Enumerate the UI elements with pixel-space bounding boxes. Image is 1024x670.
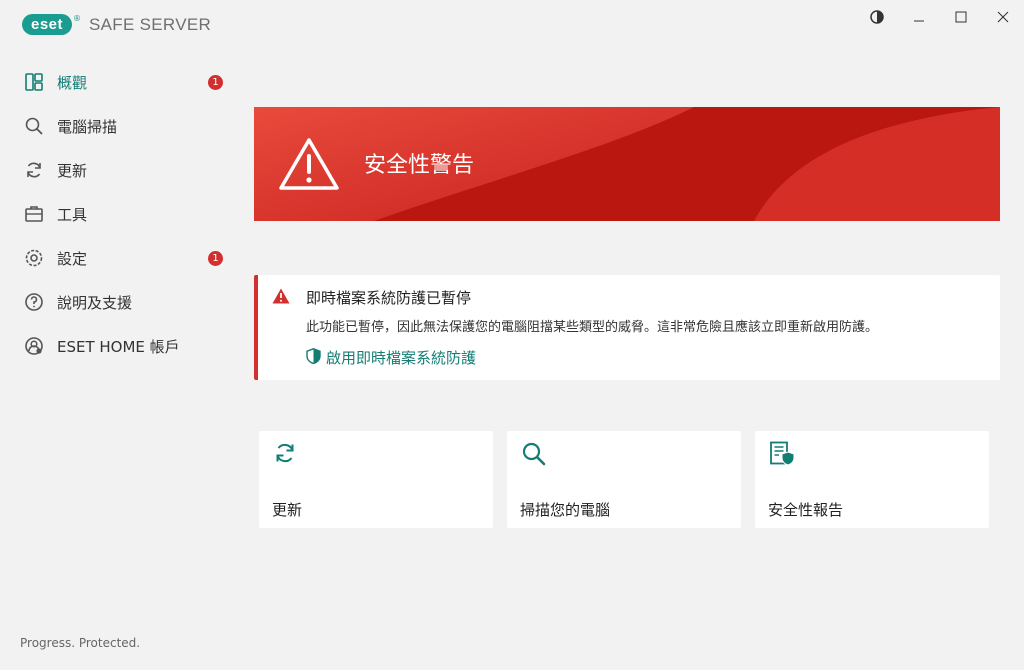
sidebar-item-label: ESET HOME 帳戶 — [57, 337, 180, 356]
refresh-icon — [23, 159, 45, 181]
sidebar-item-overview[interactable]: 概觀 1 — [0, 60, 240, 104]
update-tile[interactable]: 更新 — [259, 431, 493, 528]
link-label: 啟用即時檔案系統防護 — [326, 349, 477, 367]
sidebar-item-eset-home-account[interactable]: ESET HOME 帳戶 — [0, 324, 240, 368]
notification-badge: 1 — [208, 250, 223, 266]
alert-card: 即時檔案系統防護已暫停 此功能已暫停，因此無法保護您的電腦阻擋某些類型的威脅。這… — [254, 275, 1000, 380]
account-icon — [23, 335, 45, 357]
enable-realtime-protection-link[interactable]: 啟用即時檔案系統防護 — [306, 347, 476, 368]
minimize-icon[interactable] — [898, 0, 940, 34]
footer-tagline: Progress. Protected. — [20, 636, 141, 650]
sidebar-item-help[interactable]: 說明及支援 — [0, 280, 240, 324]
sidebar-item-computer-scan[interactable]: 電腦掃描 — [0, 104, 240, 148]
refresh-icon — [273, 441, 297, 469]
shield-icon — [306, 347, 321, 368]
search-icon — [521, 441, 547, 471]
tile-label: 安全性報告 — [768, 501, 844, 519]
tile-label: 掃描您的電腦 — [520, 501, 611, 519]
sidebar-item-label: 更新 — [57, 161, 88, 180]
warning-triangle-icon — [278, 137, 340, 195]
maximize-icon[interactable] — [940, 0, 982, 34]
banner-title: 安全性警告 — [364, 153, 475, 178]
security-report-tile[interactable]: 安全性報告 — [755, 431, 989, 528]
sidebar-item-label: 概觀 — [57, 73, 88, 92]
notification-badge: 1 — [208, 74, 223, 90]
overview-icon — [23, 71, 45, 93]
search-icon — [23, 115, 45, 137]
eset-logo: eset ® SAFE SERVER — [22, 14, 211, 35]
sidebar-item-settings[interactable]: 設定 1 — [0, 236, 240, 280]
security-alert-banner: 安全性警告 — [254, 107, 1000, 221]
close-icon[interactable] — [982, 0, 1024, 34]
logo-badge: eset — [22, 14, 73, 35]
contrast-icon[interactable] — [856, 0, 898, 34]
alert-description: 此功能已暫停，因此無法保護您的電腦阻擋某些類型的威脅。這非常危險且應該立即重新啟… — [306, 320, 879, 335]
sidebar-item-label: 工具 — [57, 205, 88, 224]
help-icon — [23, 291, 45, 313]
sidebar-item-label: 電腦掃描 — [57, 117, 118, 136]
warning-icon — [272, 288, 290, 308]
sidebar-item-label: 說明及支援 — [57, 293, 133, 312]
sidebar: 概觀 1 電腦掃描 更新 工具 設定 1 說明及支援 ESET HOME 帳戶 — [0, 60, 240, 368]
sidebar-item-label: 設定 — [57, 249, 88, 268]
product-name: SAFE SERVER — [89, 14, 212, 34]
sidebar-item-tools[interactable]: 工具 — [0, 192, 240, 236]
tile-label: 更新 — [272, 501, 303, 519]
report-icon — [769, 441, 795, 471]
logo-registered-mark: ® — [73, 14, 82, 23]
scan-computer-tile[interactable]: 掃描您的電腦 — [507, 431, 741, 528]
gear-icon — [23, 247, 45, 269]
sidebar-item-update[interactable]: 更新 — [0, 148, 240, 192]
window-controls — [856, 0, 1024, 34]
toolbox-icon — [23, 203, 45, 225]
alert-title: 即時檔案系統防護已暫停 — [306, 289, 472, 307]
